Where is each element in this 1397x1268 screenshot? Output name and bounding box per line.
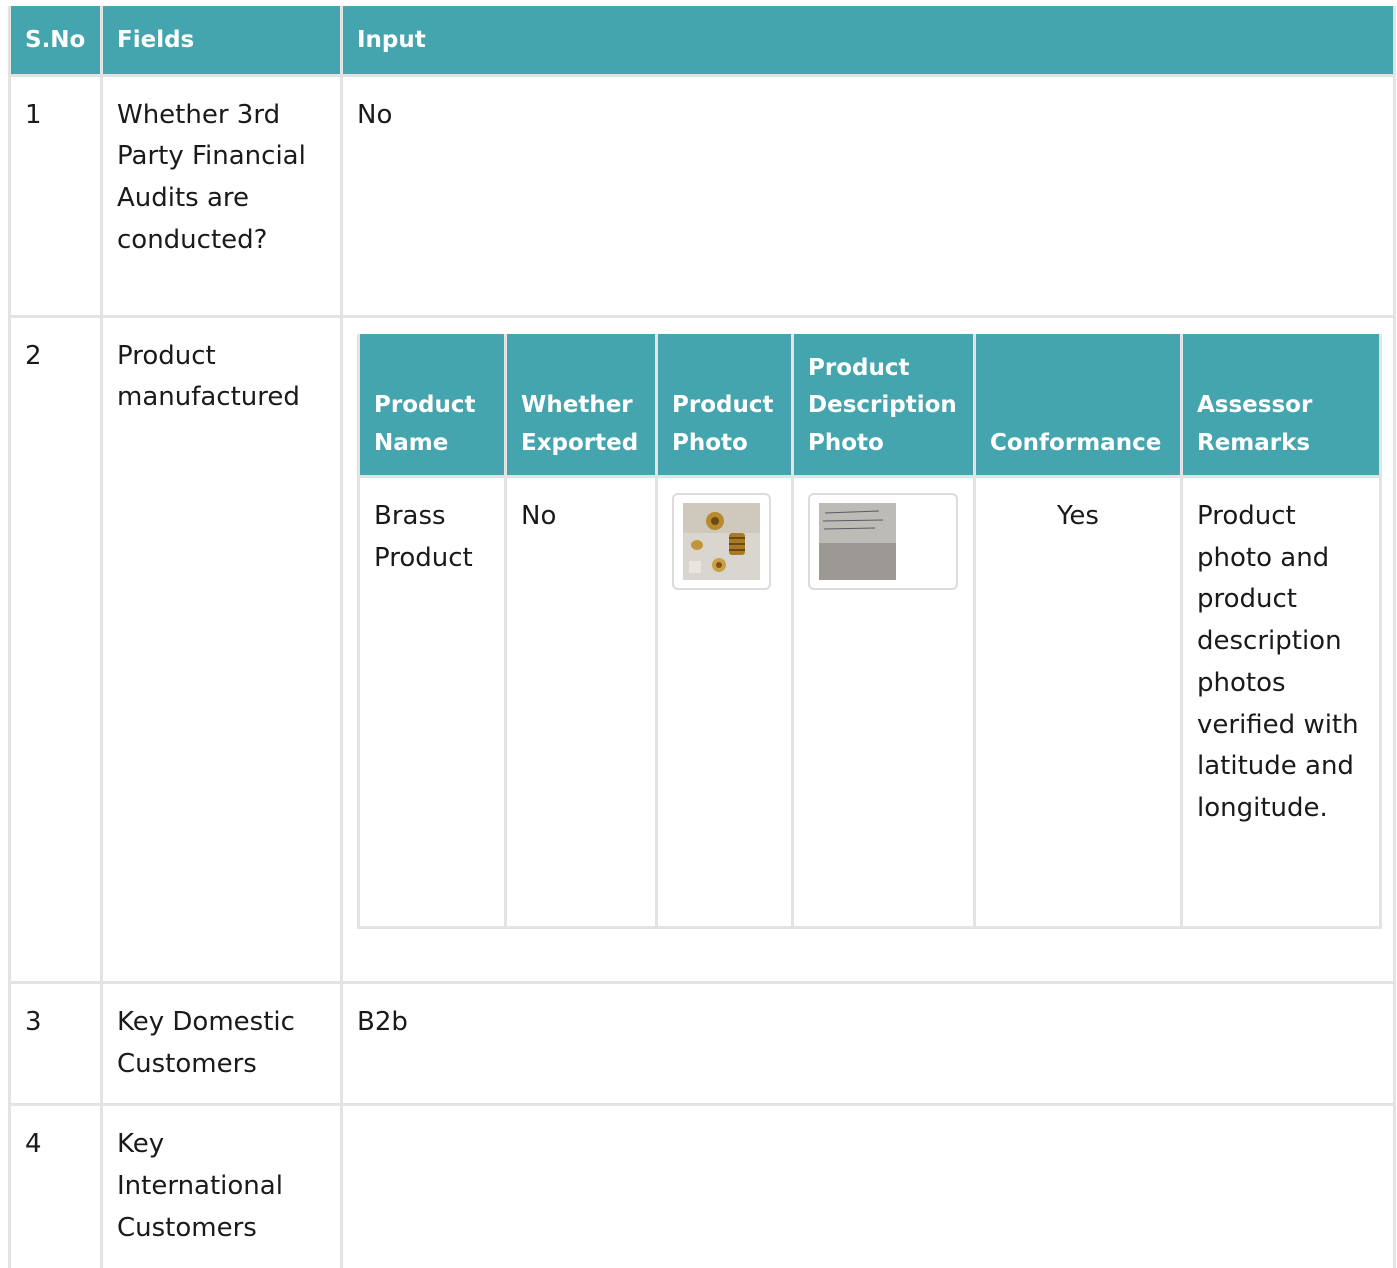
row-input [340,1103,1396,1268]
product-assessor-remarks: Product photo and product description ph… [1180,475,1382,929]
header-assessor-remarks: Assessor Remarks [1180,333,1382,478]
product-row: Brass Product No Yes Product photo and p… [357,475,1382,929]
table-row: 4 Key International Customers [8,1103,1396,1268]
row-field: Product manufactured [100,314,343,984]
row-input-products: Product Name Whether Exported Product Ph… [340,314,1396,984]
header-whether-exported: Whether Exported [504,333,658,478]
header-conformance: Conformance [973,333,1183,478]
row-sno: 2 [8,314,103,984]
products-table: Product Name Whether Exported Product Ph… [357,333,1382,929]
product-exported: No [504,475,658,929]
row-sno: 1 [8,73,103,318]
handwritten-note-photo-icon [819,503,896,580]
product-description-photo-cell [791,475,976,929]
assessment-table: S.No Fields Input 1 Whether 3rd Party Fi… [8,6,1396,1268]
row-field: Whether 3rd Party Financial Audits are c… [100,73,343,318]
row-input: B2b [340,980,1396,1107]
product-name: Brass Product [357,475,507,929]
brass-parts-photo-icon [683,503,760,580]
table-row: 3 Key Domestic Customers B2b [8,980,1396,1107]
header-product-photo: Product Photo [655,333,794,478]
header-product-description-photo: Product Description Photo [791,333,976,478]
products-header-row: Product Name Whether Exported Product Ph… [357,333,1382,478]
product-description-photo-thumbnail[interactable] [808,493,958,590]
row-sno: 3 [8,980,103,1107]
table-row: 2 Product manufactured Product Name Whet… [8,314,1396,984]
header-input: Input [340,6,1396,77]
row-sno: 4 [8,1103,103,1268]
table-row: 1 Whether 3rd Party Financial Audits are… [8,73,1396,318]
row-input: No [340,73,1396,318]
row-field: Key International Customers [100,1103,343,1268]
product-photo-thumbnail[interactable] [672,493,771,590]
header-fields: Fields [100,6,343,77]
product-conformance: Yes [973,475,1183,929]
header-row: S.No Fields Input [8,6,1396,77]
header-product-name: Product Name [357,333,507,478]
row-field: Key Domestic Customers [100,980,343,1107]
product-photo-cell [655,475,794,929]
header-sno: S.No [8,6,103,77]
